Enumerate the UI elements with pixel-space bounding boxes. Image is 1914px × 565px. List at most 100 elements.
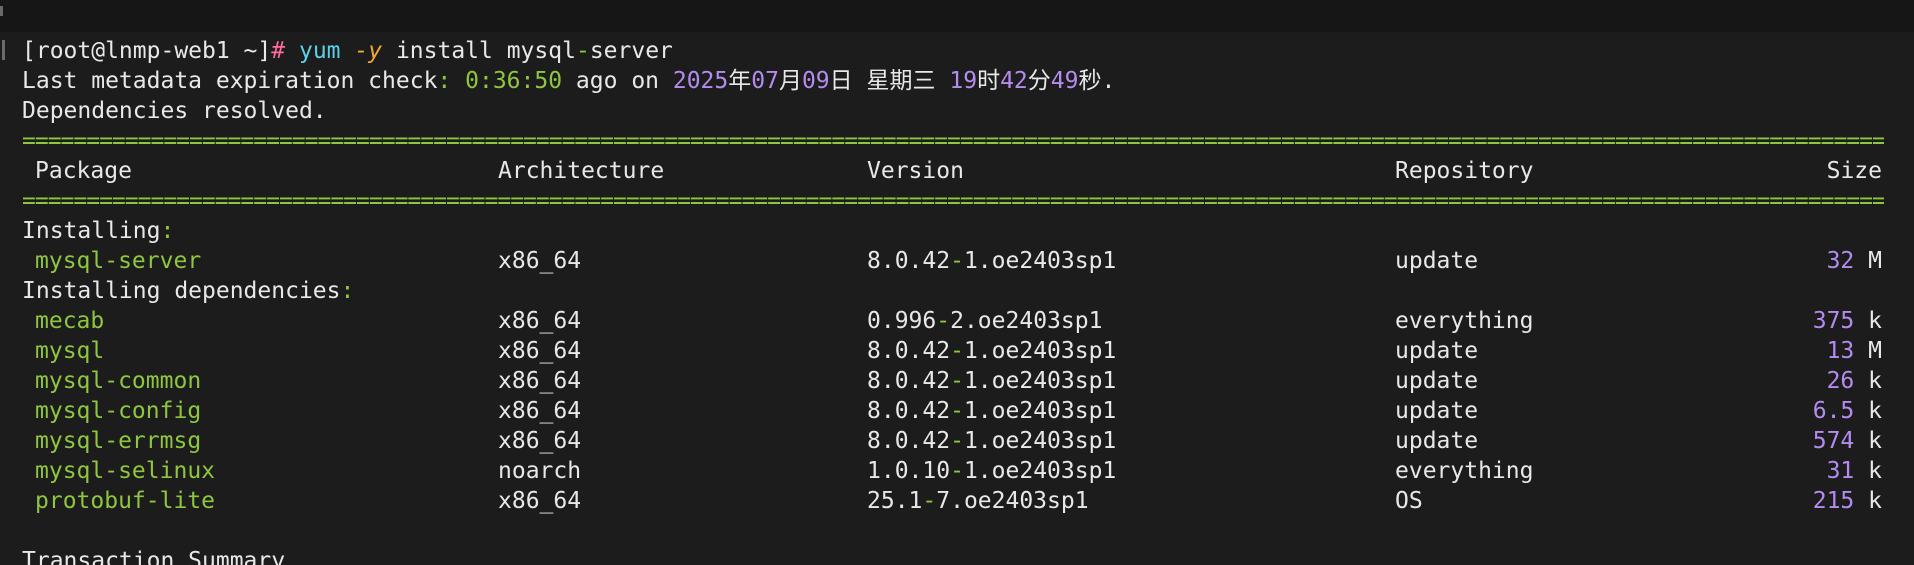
metadata-month-char: 月	[778, 68, 802, 94]
command-gutter-marker	[2, 40, 5, 60]
version-main: 8.0.42	[867, 398, 951, 424]
transaction-summary: Transaction Summary	[22, 548, 286, 565]
package-arch: noarch	[498, 458, 582, 484]
package-version: 1.0.10-1.oe2403sp1	[867, 456, 1116, 486]
package-name: mysql	[35, 338, 105, 364]
size-number: 26	[1826, 368, 1855, 394]
package-version: 25.1-7.oe2403sp1	[867, 486, 1089, 516]
package-repository: update	[1395, 428, 1479, 454]
metadata-weekday: 星期三	[852, 68, 950, 94]
table-row: mysql-selinux noarch 1.0.10-1.oe2403sp1 eve…	[22, 456, 1884, 486]
table-row: mysql x86_64 8.0.42-1.oe2403sp1 update 13 M	[22, 336, 1884, 366]
package-version: 8.0.42-1.oe2403sp1	[867, 396, 1116, 426]
table-header: Package Architecture Version Repository …	[22, 156, 1884, 186]
command-yum: yum	[298, 38, 341, 64]
size-unit: k	[1868, 398, 1882, 424]
table-row: mysql-common x86_64 8.0.42-1.oe2403sp1 upda…	[22, 366, 1884, 396]
prompt-user-host: [root@lnmp-web1 ~]	[22, 38, 272, 64]
package-name: mecab	[35, 308, 105, 334]
table-row: mysql-server x86_64 8.0.42-1.oe2403sp1 upda…	[22, 246, 1884, 276]
header-size: Size	[1826, 158, 1882, 184]
installing-label: Installing:	[22, 216, 174, 246]
package-name: mysql-errmsg	[35, 428, 202, 454]
package-size: 6.5 k	[1813, 396, 1882, 426]
size-unit: M	[1868, 248, 1882, 274]
package-repository: update	[1395, 398, 1479, 424]
size-number: 6.5	[1812, 398, 1855, 424]
version-dash: -	[950, 458, 964, 484]
metadata-hour-char: 时	[977, 68, 1001, 94]
terminal-window[interactable]: [root@lnmp-web1 ~]# yum -y install mysql…	[0, 0, 1914, 565]
size-number: 32	[1826, 248, 1855, 274]
version-dash: -	[950, 248, 964, 274]
metadata-day-char: 日	[829, 68, 853, 94]
version-release: 1.oe2403sp1	[963, 368, 1117, 394]
package-repository: OS	[1395, 488, 1423, 514]
version-release: 1.oe2403sp1	[963, 398, 1117, 424]
package-name: mysql-config	[35, 398, 202, 424]
package-version: 8.0.42-1.oe2403sp1	[867, 336, 1116, 366]
metadata-minute-char: 分	[1027, 68, 1051, 94]
metadata-second-char: 秒.	[1078, 68, 1116, 94]
previous-output-band	[0, 0, 1914, 32]
metadata-second: 49	[1050, 68, 1079, 94]
resolved-line: Dependencies resolved.	[22, 98, 327, 124]
prompt-line: [root@lnmp-web1 ~]# yum -y install mysql…	[22, 36, 673, 66]
version-dash: -	[950, 338, 964, 364]
package-name: mysql-common	[35, 368, 202, 394]
table-row: protobuf-lite x86_64 25.1-7.oe2403sp1 OS 215…	[22, 486, 1884, 516]
version-main: 0.996	[867, 308, 937, 334]
header-repository: Repository	[1395, 158, 1534, 184]
prompt-hash: #	[271, 38, 286, 64]
size-number: 13	[1826, 338, 1855, 364]
version-main: 1.0.10	[867, 458, 951, 484]
command-flag: -y	[354, 38, 383, 64]
package-name: mysql-server	[35, 248, 202, 274]
version-dash: -	[922, 488, 937, 514]
package-arch: x86_64	[498, 368, 582, 394]
package-size: 13 M	[1827, 336, 1882, 366]
metadata-year: 2025	[672, 68, 729, 94]
version-release: 1.oe2403sp1	[963, 428, 1117, 454]
metadata-minute: 42	[1000, 68, 1028, 94]
metadata-prefix: Last metadata expiration check	[22, 68, 438, 94]
package-repository: update	[1395, 248, 1479, 274]
version-release: 7.oe2403sp1	[936, 488, 1089, 514]
size-unit: k	[1868, 488, 1882, 514]
version-release: 1.oe2403sp1	[963, 248, 1117, 274]
package-version: 8.0.42-1.oe2403sp1	[867, 246, 1116, 276]
table-row: mecab x86_64 0.996-2.oe2403sp1 everything 37…	[22, 306, 1884, 336]
version-release: 1.oe2403sp1	[963, 338, 1117, 364]
size-unit: k	[1868, 368, 1882, 394]
size-number: 574	[1812, 428, 1855, 454]
scroll-marker	[0, 6, 3, 16]
metadata-hour: 19	[949, 68, 978, 94]
version-dash: -	[950, 368, 964, 394]
metadata-line: Last metadata expiration check: 0:36:50 …	[22, 66, 1115, 96]
installing-dependencies-label: Installing dependencies:	[22, 276, 354, 306]
size-unit: k	[1868, 308, 1882, 334]
package-version: 8.0.42-1.oe2403sp1	[867, 366, 1116, 396]
metadata-month: 07	[751, 68, 779, 94]
command-dash: -	[575, 38, 590, 64]
package-arch: x86_64	[498, 308, 582, 334]
package-arch: x86_64	[498, 398, 582, 424]
table-row: mysql-config x86_64 8.0.42-1.oe2403sp1 upda…	[22, 396, 1884, 426]
package-size: 31 k	[1827, 456, 1882, 486]
header-architecture: Architecture	[498, 158, 665, 184]
separator-bottom: ========================================…	[22, 188, 1884, 214]
table-row: mysql-errmsg x86_64 8.0.42-1.oe2403sp1 upda…	[22, 426, 1884, 456]
package-version: 0.996-2.oe2403sp1	[867, 306, 1102, 336]
header-package: Package	[35, 158, 132, 184]
size-number: 375	[1812, 308, 1855, 334]
package-name: protobuf-lite	[35, 488, 216, 514]
version-dash: -	[950, 428, 964, 454]
package-size: 215 k	[1813, 486, 1882, 516]
package-repository: everything	[1395, 458, 1534, 484]
version-main: 8.0.42	[867, 428, 951, 454]
command-server: server	[589, 38, 673, 64]
version-main: 25.1	[867, 488, 923, 514]
installing-dependencies-text: Installing dependencies	[22, 278, 341, 304]
package-repository: everything	[1395, 308, 1534, 334]
installing-dependencies-colon: :	[340, 278, 355, 304]
